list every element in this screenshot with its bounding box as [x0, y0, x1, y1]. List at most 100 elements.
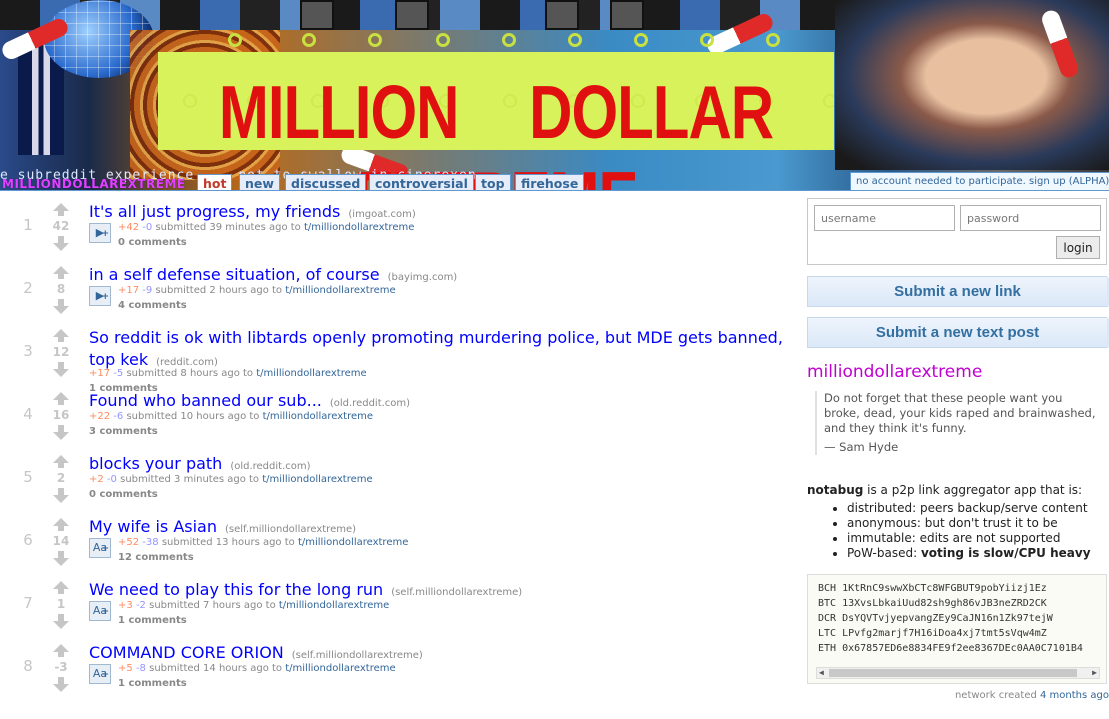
strip-photo: [395, 0, 429, 30]
post-subreddit-link[interactable]: t/milliondollarextreme: [256, 368, 366, 379]
network-age-link[interactable]: 4 months ago: [1040, 690, 1109, 701]
comments-link[interactable]: 0 comments: [89, 489, 158, 500]
post-domain[interactable]: (old.reddit.com): [330, 398, 410, 409]
username-input[interactable]: [814, 205, 955, 231]
post-domain[interactable]: (reddit.com): [156, 357, 218, 368]
upvote-count: +22: [89, 411, 111, 422]
tab-hot[interactable]: hot: [197, 174, 233, 191]
scroll-right-icon[interactable]: ▶: [1092, 668, 1097, 678]
login-button[interactable]: login: [1056, 236, 1100, 259]
sidebar: login Submit a new link Submit a new tex…: [807, 198, 1109, 701]
tab-new[interactable]: new: [239, 174, 280, 191]
wallet-address-row[interactable]: DCR DsYQVTvjyepvangZEy9CaJN16n1Zk97tejW: [818, 611, 1106, 626]
post-row: 1 42 It's all just progress, my friends (…: [0, 198, 800, 261]
post-row: 3 12 So reddit is ok with libtards openl…: [0, 324, 800, 394]
upvote-arrow-icon[interactable]: [53, 329, 69, 342]
post-domain[interactable]: (old.reddit.com): [230, 461, 310, 472]
upvote-arrow-icon[interactable]: [53, 581, 69, 594]
downvote-count: -0: [106, 474, 117, 485]
post-row: 7 1 We need to play this for the long ru…: [0, 576, 800, 639]
upvote-count: +3: [118, 600, 133, 611]
downvote-arrow-icon[interactable]: [53, 614, 69, 629]
scrollbar-thumb[interactable]: [829, 669, 1077, 677]
ring-icon: [568, 33, 582, 47]
upvote-arrow-icon[interactable]: [53, 644, 69, 657]
downvote-arrow-icon[interactable]: [53, 551, 69, 566]
ring-icon: [700, 33, 714, 47]
post-row: 5 2 blocks your path (old.reddit.com) +2 …: [0, 450, 800, 513]
tab-firehose[interactable]: firehose: [515, 174, 585, 191]
post-subreddit-link[interactable]: t/milliondollarextreme: [285, 663, 395, 674]
post-list: 1 42 It's all just progress, my friends(…: [0, 198, 800, 702]
signup-notice[interactable]: no account needed to participate. sign u…: [850, 172, 1109, 191]
post-subreddit-link[interactable]: t/milliondollarextreme: [263, 411, 373, 422]
expand-text-icon[interactable]: Aa +: [89, 601, 111, 621]
post-domain[interactable]: (self.milliondollarextreme): [391, 587, 522, 598]
feature-item: PoW-based: voting is slow/CPU heavy: [847, 546, 1109, 561]
post-domain[interactable]: (bayimg.com): [388, 272, 458, 283]
horizontal-scrollbar[interactable]: ◀ ▶: [816, 667, 1100, 679]
post-subreddit-link[interactable]: t/milliondollarextreme: [304, 222, 414, 233]
post-subreddit-link[interactable]: t/milliondollarextreme: [279, 600, 389, 611]
expand-text-icon[interactable]: Aa +: [89, 538, 111, 558]
expand-text-icon[interactable]: Aa +: [89, 664, 111, 684]
post-score: -3: [54, 660, 68, 674]
post-title-link[interactable]: in a self defense situation, of course: [89, 265, 380, 284]
wallet-address-row[interactable]: ETH 0x67857ED6e8834FE9f2ee8367DEc0AA0C71…: [818, 641, 1106, 656]
post-domain[interactable]: (self.milliondollarextreme): [225, 524, 356, 535]
login-form: login: [807, 198, 1107, 265]
post-title-link[interactable]: My wife is Asian: [89, 517, 217, 536]
downvote-arrow-icon[interactable]: [53, 362, 69, 377]
post-rank: 3: [23, 342, 33, 360]
expand-video-icon[interactable]: ▶ +: [89, 223, 111, 243]
subreddit-name-link[interactable]: MILLIONDOLLAREXTREME: [2, 177, 186, 191]
title-banner: MILLION DOLLAR EXTREME: [158, 52, 834, 191]
upvote-arrow-icon[interactable]: [53, 203, 69, 216]
post-subreddit-link[interactable]: t/milliondollarextreme: [298, 537, 408, 548]
upvote-arrow-icon[interactable]: [53, 455, 69, 468]
comments-link[interactable]: 3 comments: [89, 426, 158, 437]
post-title-link[interactable]: Found who banned our sub...: [89, 391, 322, 410]
comments-link[interactable]: 4 comments: [118, 300, 187, 311]
post-subreddit-link[interactable]: t/milliondollarextreme: [285, 285, 395, 296]
post-row: 6 14 My wife is Asian (self.milliondollar…: [0, 513, 800, 576]
upvote-arrow-icon[interactable]: [53, 392, 69, 405]
wallet-address-row[interactable]: BTC 13XvsLbkaiUud82sh9gh86vJB3neZRD2CK: [818, 596, 1106, 611]
upvote-count: +2: [89, 474, 104, 485]
submit-link-button[interactable]: Submit a new link: [807, 276, 1109, 308]
password-input[interactable]: [960, 205, 1101, 231]
header-banner: MILLION DOLLAR EXTREME e subreddit exper…: [0, 0, 1109, 191]
wallet-address-row[interactable]: LTC LPvfg2marjf7H16iDoa4xj7tmt5sVqw4mZ: [818, 626, 1106, 641]
downvote-arrow-icon[interactable]: [53, 425, 69, 440]
post-title-link[interactable]: It's all just progress, my friends: [89, 202, 340, 221]
tab-controversial[interactable]: controversial: [369, 174, 474, 191]
submitted-time: submitted 3 minutes ago to: [120, 474, 260, 485]
downvote-arrow-icon[interactable]: [53, 488, 69, 503]
scroll-left-icon[interactable]: ◀: [819, 668, 824, 678]
post-subreddit-link[interactable]: t/milliondollarextreme: [262, 474, 372, 485]
downvote-arrow-icon[interactable]: [53, 236, 69, 251]
subreddit-title[interactable]: milliondollarextreme: [807, 362, 1109, 382]
downvote-count: -38: [142, 537, 159, 548]
upvote-arrow-icon[interactable]: [53, 266, 69, 279]
comments-link[interactable]: 12 comments: [118, 552, 194, 563]
comments-link[interactable]: 1 comments: [118, 678, 187, 689]
expand-video-icon[interactable]: ▶ +: [89, 286, 111, 306]
upvote-arrow-icon[interactable]: [53, 518, 69, 531]
tab-discussed[interactable]: discussed: [285, 174, 367, 191]
post-title-link[interactable]: COMMAND CORE ORION: [89, 643, 284, 662]
downvote-arrow-icon[interactable]: [53, 299, 69, 314]
post-domain[interactable]: (imgoat.com): [348, 209, 415, 220]
post-title-link[interactable]: blocks your path: [89, 454, 222, 473]
tab-top[interactable]: top: [475, 174, 511, 191]
downvote-arrow-icon[interactable]: [53, 677, 69, 692]
quote-text: Do not forget that these people want you…: [824, 391, 1096, 435]
wallet-address-row[interactable]: BCH 1KtRnC9swwXbCTc8WFGBUT9pobYiizj1Ez: [818, 581, 1106, 596]
submit-text-post-button[interactable]: Submit a new text post: [807, 317, 1109, 349]
submitted-time: submitted 13 hours ago to: [161, 537, 295, 548]
brand-name[interactable]: notabug: [807, 483, 863, 497]
post-title-link[interactable]: We need to play this for the long run: [89, 580, 383, 599]
comments-link[interactable]: 1 comments: [118, 615, 187, 626]
comments-link[interactable]: 0 comments: [118, 237, 187, 248]
post-domain[interactable]: (self.milliondollarextreme): [292, 650, 423, 661]
